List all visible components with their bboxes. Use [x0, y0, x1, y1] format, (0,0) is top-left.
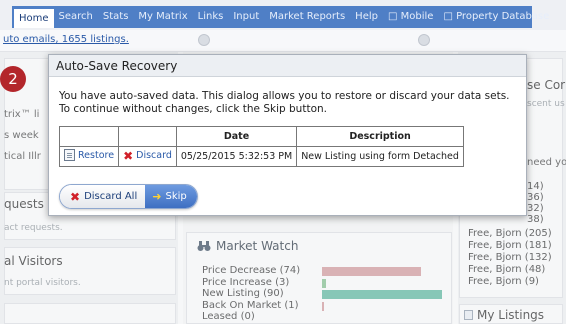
nav-tab-bar: Home Search Stats My Matrix Links Input … — [12, 6, 549, 28]
tab-stats[interactable]: Stats — [98, 6, 134, 28]
document-icon — [64, 149, 75, 161]
column-header-description: Description — [296, 126, 464, 147]
dialog-message-line-1: You have auto-saved data. This dialog al… — [59, 90, 510, 102]
tab-property-database-label: Property Database — [456, 11, 550, 22]
description-cell: New Listing using form Detached — [296, 146, 464, 167]
dialog-title: Auto-Save Recovery — [49, 55, 526, 77]
tab-property-database[interactable]: □ Property Database — [438, 6, 554, 28]
date-cell: 05/25/2015 5:32:53 PM — [175, 146, 298, 167]
sub-header: uto emails, 1655 listings. — [0, 30, 566, 52]
column-header-restore — [58, 126, 120, 147]
discard-cell: ✖ Discard — [118, 146, 177, 167]
close-icon: ✖ — [123, 148, 134, 163]
step-badge: 2 — [0, 66, 26, 92]
discard-all-button[interactable]: ✖ Discard All — [60, 185, 146, 208]
skip-button[interactable]: ➜ Skip — [145, 185, 197, 208]
tab-links[interactable]: Links — [193, 6, 229, 28]
restore-button[interactable]: Restore — [64, 149, 114, 161]
tab-my-matrix[interactable]: My Matrix — [133, 6, 192, 28]
tab-mobile[interactable]: □ Mobile — [383, 6, 438, 28]
search-icon[interactable] — [418, 34, 430, 46]
dialog-message: You have auto-saved data. This dialog al… — [59, 90, 521, 116]
discard-button[interactable]: ✖ Discard — [123, 148, 172, 163]
refresh-icon[interactable] — [198, 34, 210, 46]
autosave-table: Date Description Restore ✖ Discard 05/25… — [58, 126, 464, 167]
tab-input[interactable]: Input — [228, 6, 264, 28]
tab-mobile-label: Mobile — [400, 11, 434, 22]
restore-label: Restore — [78, 149, 115, 161]
skip-label: Skip — [165, 191, 187, 202]
tab-home[interactable]: Home — [14, 9, 54, 28]
discard-label: Discard — [136, 150, 172, 162]
column-header-date: Date — [175, 126, 298, 147]
table-header-row: Date Description — [58, 126, 464, 147]
restore-cell: Restore — [58, 146, 120, 167]
arrow-right-icon: ➜ — [152, 190, 162, 203]
tab-search[interactable]: Search — [54, 6, 98, 28]
tab-market-reports[interactable]: Market Reports — [264, 6, 350, 28]
discard-all-label: Discard All — [84, 191, 138, 202]
top-nav: Home Search Stats My Matrix Links Input … — [0, 0, 566, 30]
dialog-message-line-2: To continue without changes, click the S… — [59, 103, 327, 115]
dialog-button-group: ✖ Discard All ➜ Skip — [59, 184, 198, 209]
column-header-discard — [118, 126, 177, 147]
auto-save-recovery-dialog: Auto-Save Recovery You have auto-saved d… — [48, 54, 527, 216]
tab-help[interactable]: Help — [350, 6, 383, 28]
close-icon: ✖ — [70, 189, 81, 204]
auto-emails-link[interactable]: uto emails, 1655 listings. — [3, 34, 129, 45]
table-row: Restore ✖ Discard 05/25/2015 5:32:53 PM … — [58, 146, 464, 167]
